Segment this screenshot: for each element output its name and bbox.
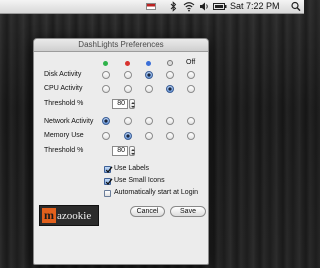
window-title: DashLights Preferences [34, 39, 208, 52]
cpu-radio-off[interactable] [187, 85, 195, 93]
cpu-threshold-label: Threshold % [44, 100, 84, 107]
cpu-threshold-stepper[interactable] [129, 99, 135, 109]
use-labels-checkbox[interactable] [104, 166, 113, 174]
memory-use-label: Memory Use [44, 132, 84, 139]
disk-radio-red[interactable] [124, 71, 132, 79]
cpu-radio-red[interactable] [124, 85, 132, 93]
preferences-window: DashLights Preferences Off Disk Activity… [33, 38, 209, 265]
memory-radio-custom[interactable] [166, 132, 174, 140]
memory-radio-green[interactable] [102, 132, 110, 140]
logo-text: azookie [57, 210, 92, 222]
network-radio-blue[interactable] [145, 117, 153, 125]
use-labels-label[interactable]: Use Labels [114, 165, 149, 172]
wifi-icon[interactable] [183, 1, 195, 12]
use-small-icons-label[interactable]: Use Small Icons [114, 177, 165, 184]
network-radio-custom[interactable] [166, 117, 174, 125]
network-radio-green[interactable] [102, 117, 110, 125]
off-column-label: Off [186, 59, 196, 66]
memory-radio-red[interactable] [124, 132, 132, 140]
cpu-activity-label: CPU Activity [44, 85, 83, 92]
menubar-clock[interactable]: Sat 7:22 PM [230, 1, 280, 12]
spotlight-icon[interactable] [291, 1, 301, 12]
memory-radio-off[interactable] [187, 132, 195, 140]
network-activity-label: Network Activity [44, 118, 94, 125]
volume-icon[interactable] [199, 1, 210, 12]
network-radio-off[interactable] [187, 117, 195, 125]
cpu-radio-custom[interactable] [166, 85, 174, 93]
disk-radio-custom[interactable] [166, 71, 174, 79]
battery-icon[interactable] [213, 1, 227, 12]
flag-icon[interactable] [146, 3, 156, 10]
auto-start-checkbox[interactable] [104, 190, 111, 197]
blue-dot-icon [146, 61, 151, 66]
disk-radio-blue[interactable] [145, 71, 153, 79]
memory-radio-blue[interactable] [145, 132, 153, 140]
mazookie-logo: m azookie [39, 205, 99, 226]
cpu-threshold-input[interactable]: 80 [112, 99, 128, 109]
bluetooth-icon[interactable] [170, 1, 177, 12]
gear-icon [167, 60, 173, 66]
network-radio-red[interactable] [124, 117, 132, 125]
green-dot-icon [103, 61, 108, 66]
memory-threshold-input[interactable]: 80 [112, 146, 128, 156]
logo-initial: m [42, 208, 56, 223]
auto-start-label[interactable]: Automatically start at Login [114, 189, 198, 196]
disk-radio-green[interactable] [102, 71, 110, 79]
cpu-radio-blue[interactable] [145, 85, 153, 93]
disk-activity-label: Disk Activity [44, 71, 82, 78]
red-dot-icon [125, 61, 130, 66]
cancel-button[interactable]: Cancel [130, 206, 165, 217]
use-small-icons-checkbox[interactable] [104, 178, 113, 186]
save-button[interactable]: Save [170, 206, 206, 217]
cpu-radio-green[interactable] [102, 85, 110, 93]
disk-radio-off[interactable] [187, 71, 195, 79]
menu-bar: Sat 7:22 PM [0, 0, 304, 14]
memory-threshold-stepper[interactable] [129, 146, 135, 156]
memory-threshold-label: Threshold % [44, 147, 84, 154]
